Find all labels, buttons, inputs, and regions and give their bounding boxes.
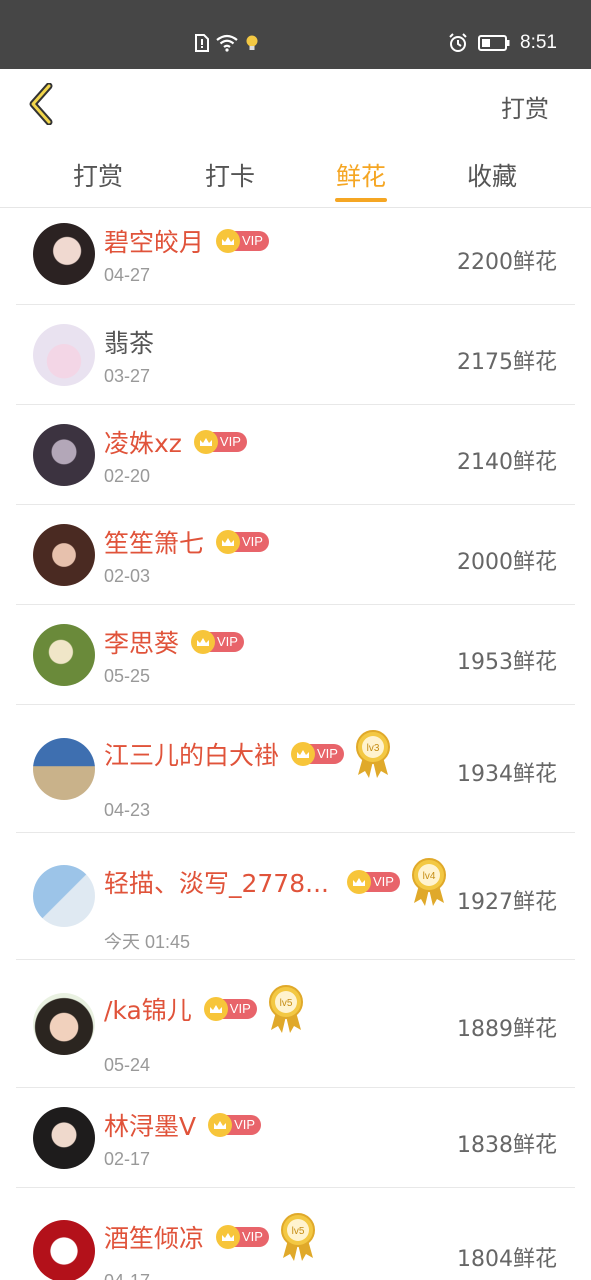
flower-amount: 1953鲜花 <box>457 650 557 675</box>
user-name[interactable]: 江三儿的白大褂 <box>104 736 279 772</box>
chevron-left-icon <box>29 83 53 125</box>
list-item[interactable]: 江三儿的白大褂 VIP lv3 04-23 1934鲜花 <box>0 705 591 833</box>
avatar[interactable] <box>33 993 95 1055</box>
battery-icon <box>478 35 510 51</box>
flower-amount: 1838鲜花 <box>457 1133 557 1158</box>
avatar[interactable] <box>33 223 95 285</box>
user-name[interactable]: 林浔墨V <box>104 1107 196 1143</box>
crown-icon <box>216 530 241 554</box>
tab-flowers[interactable]: 鲜花 <box>311 157 411 193</box>
user-name[interactable]: /ka锦儿 <box>104 991 192 1027</box>
vip-badge: VIP <box>208 1113 262 1137</box>
date-label: 04-23 <box>104 800 151 820</box>
date-label: 05-25 <box>104 666 151 686</box>
date-label: 05-24 <box>104 1055 151 1075</box>
vip-badge: VIP <box>216 229 269 253</box>
date-label: 04-17 <box>104 1271 150 1280</box>
vip-badge: VIP <box>291 742 344 766</box>
status-bar: 8:51 <box>0 0 591 69</box>
crown-icon <box>191 630 216 654</box>
avatar[interactable] <box>33 424 95 486</box>
flower-amount: 2140鲜花 <box>457 450 557 475</box>
level-medal-icon: lv5 <box>267 984 305 1034</box>
date-label: 今天 01:45 <box>104 932 191 952</box>
flower-amount: 1889鲜花 <box>457 1017 557 1042</box>
alarm-icon <box>449 33 467 52</box>
status-icons-right: 8:51 <box>448 30 557 56</box>
crown-icon <box>208 1113 233 1137</box>
date-label: 02-17 <box>104 1149 151 1169</box>
active-tab-indicator <box>335 198 387 202</box>
vip-badge: VIP <box>346 870 400 894</box>
user-name[interactable]: 笙笙箫七 <box>104 524 204 560</box>
list-item[interactable]: 笙笙箫七 VIP 02-03 2000鲜花 <box>0 505 591 605</box>
avatar[interactable] <box>33 865 95 927</box>
avatar[interactable] <box>33 1220 95 1280</box>
list-item[interactable]: 凌姝xz VIP 02-20 2140鲜花 <box>0 405 591 505</box>
flower-amount: 2000鲜花 <box>457 550 557 575</box>
vip-badge: VIP <box>193 430 247 454</box>
crown-icon <box>291 742 316 766</box>
crown-icon <box>346 870 371 894</box>
svg-text:lv3: lv3 <box>367 743 380 754</box>
level-medal-icon: lv4 <box>410 857 448 907</box>
user-name[interactable]: 碧空皎月 <box>104 223 204 259</box>
user-name[interactable]: 翡茶 <box>104 324 154 360</box>
svg-text:lv4: lv4 <box>423 871 436 882</box>
avatar[interactable] <box>33 738 95 800</box>
flower-amount: 1804鲜花 <box>457 1247 557 1272</box>
sim-icon <box>195 34 209 52</box>
vip-badge: VIP <box>216 1225 269 1249</box>
vip-badge: VIP <box>203 997 257 1021</box>
notification-bulb-icon <box>246 35 258 50</box>
list-item[interactable]: 翡茶 03-27 2175鲜花 <box>0 305 591 405</box>
avatar[interactable] <box>33 624 95 686</box>
flower-amount: 1927鲜花 <box>457 890 557 915</box>
date-label: 02-20 <box>104 466 151 486</box>
avatar[interactable] <box>33 524 95 586</box>
flower-amount: 2175鲜花 <box>457 350 557 375</box>
vip-badge: VIP <box>191 630 244 654</box>
date-label: 02-03 <box>104 566 151 586</box>
status-time: 8:51 <box>520 32 557 53</box>
avatar[interactable] <box>33 324 95 386</box>
list-item[interactable]: 碧空皎月 VIP 04-27 2200鲜花 <box>0 208 591 305</box>
list-item[interactable]: 酒笙倾凉 VIP lv5 04-17 1804鲜花 <box>0 1188 591 1280</box>
svg-text:lv5: lv5 <box>292 1226 305 1237</box>
crown-icon <box>203 997 228 1021</box>
user-name[interactable]: 李思葵 <box>104 624 179 660</box>
level-medal-icon: lv5 <box>279 1212 317 1262</box>
vip-badge: VIP <box>216 530 269 554</box>
svg-text:lv5: lv5 <box>279 998 292 1009</box>
tab-bar: 打赏 打卡 鲜花 收藏 <box>0 141 591 207</box>
user-name[interactable]: 轻描、淡写_2778... <box>104 864 329 900</box>
reward-action-button[interactable]: 打赏 <box>501 89 549 124</box>
user-name[interactable]: 酒笙倾凉 <box>104 1219 204 1255</box>
date-label: 04-27 <box>104 265 151 285</box>
flower-amount: 1934鲜花 <box>457 762 557 787</box>
list-item[interactable]: 轻描、淡写_2778... VIP lv4 今天 01:45 1927鲜花 <box>0 833 591 960</box>
date-label: 03-27 <box>104 366 151 386</box>
tab-favorites[interactable]: 收藏 <box>442 157 542 193</box>
tab-reward[interactable]: 打赏 <box>48 157 148 193</box>
list-item[interactable]: 林浔墨V VIP 02-17 1838鲜花 <box>0 1088 591 1188</box>
list-item[interactable]: /ka锦儿 VIP lv5 05-24 1889鲜花 <box>0 960 591 1088</box>
user-name[interactable]: 凌姝xz <box>104 424 182 460</box>
avatar[interactable] <box>33 1107 95 1169</box>
app-header: 打赏 <box>0 69 591 141</box>
crown-icon <box>216 229 241 253</box>
list-item[interactable]: 李思葵 VIP 05-25 1953鲜花 <box>0 605 591 705</box>
level-medal-icon: lv3 <box>354 729 392 779</box>
crown-icon <box>193 430 218 454</box>
wifi-icon <box>216 34 238 52</box>
crown-icon <box>216 1225 241 1249</box>
status-icons-center <box>195 32 259 54</box>
back-button[interactable] <box>18 81 62 127</box>
tab-checkin[interactable]: 打卡 <box>180 157 280 193</box>
flower-amount: 2200鲜花 <box>457 250 557 275</box>
